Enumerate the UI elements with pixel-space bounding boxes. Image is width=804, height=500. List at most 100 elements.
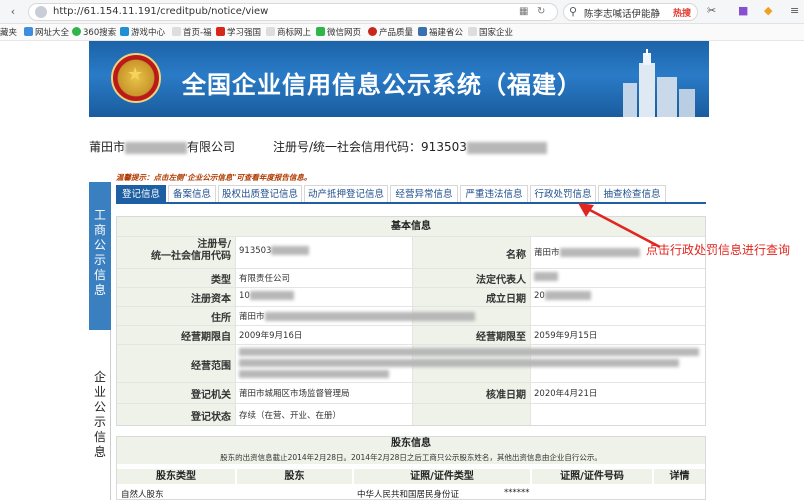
sidebar-item-public-info[interactable]: 工商公示信息 <box>89 182 111 330</box>
bookmark-icon <box>418 27 427 36</box>
redacted-text <box>239 348 699 356</box>
tab-registration[interactable]: 登记信息 <box>116 185 166 202</box>
redacted-text <box>466 141 547 154</box>
bookmark-item[interactable]: 商标网上 <box>266 26 311 38</box>
field-value: 913503 <box>239 246 310 256</box>
bookmark-icon <box>172 27 181 36</box>
field-label: 核准日期 <box>486 390 526 401</box>
column-header: 证照/证件号码 <box>532 469 652 484</box>
bookmark-item[interactable]: 国家企业 <box>468 26 513 38</box>
redacted-text <box>239 359 679 367</box>
site-banner: ★ 全国企业信用信息公示系统（福建） <box>89 41 709 117</box>
field-label: 经营期限至 <box>476 332 526 343</box>
bookmark-icon <box>72 27 81 36</box>
tip-text: 温馨提示：点击左侧"企业公示信息"可查看年度报告信息。 <box>116 173 312 182</box>
refresh-icon[interactable]: ↻ <box>537 6 545 17</box>
building-icon <box>623 49 695 117</box>
search-icon: ⚲ <box>569 5 578 18</box>
bookmark-item[interactable]: 微信网页 <box>316 26 361 38</box>
site-title: 全国企业信用信息公示系统（福建） <box>182 71 582 99</box>
bookmarks-bar: 藏夹 网址大全 360搜索 游戏中心 首页-福 学习强国 商标网上 微信网页 产… <box>0 24 804 41</box>
field-label: 经营范围 <box>191 361 231 372</box>
field-value: 2020年4月21日 <box>534 389 598 399</box>
side-nav: 工商公示信息 企业公示信息 <box>89 182 111 500</box>
tab-chattel-mortgage[interactable]: 动产抵押登记信息 <box>304 185 388 202</box>
scissors-icon[interactable]: ✂ <box>707 4 716 17</box>
column-header: 详情 <box>654 469 705 484</box>
field-label: 法定代表人 <box>476 275 526 286</box>
redacted-text <box>544 291 591 300</box>
bookmark-item[interactable]: 产品质量 <box>368 26 413 38</box>
bookmark-icon <box>368 27 377 36</box>
field-value: 莆田市 <box>239 310 475 322</box>
field-label: 登记机关 <box>191 390 231 401</box>
field-value: 2009年9月16日 <box>239 331 303 341</box>
tab-abnormal-operation[interactable]: 经营异常信息 <box>390 185 458 202</box>
column-header: 股东 <box>237 469 352 484</box>
field-value: 20 <box>534 291 591 301</box>
sidebar-item-enterprise-info[interactable]: 企业公示信息 <box>89 330 111 500</box>
field-label: 名称 <box>506 250 526 261</box>
shield-icon[interactable]: ◆ <box>764 4 772 17</box>
url-text: http://61.154.11.191/creditpub/notice/vi… <box>53 6 269 17</box>
search-box[interactable]: ⚲ 陈李志喊话伊能静 热搜 <box>563 3 698 21</box>
field-value: 2059年9月15日 <box>534 331 598 341</box>
bookmark-icon <box>120 27 129 36</box>
bookmark-icon <box>266 27 275 36</box>
extension-icon[interactable]: ■ <box>738 4 748 17</box>
tab-equity-pledge[interactable]: 股权出质登记信息 <box>218 185 302 202</box>
search-suggestion[interactable]: 陈李志喊话伊能静 <box>584 6 660 20</box>
qr-icon[interactable]: ▦ <box>519 6 528 17</box>
field-label: 注册资本 <box>191 294 231 305</box>
redacted-text <box>264 312 475 321</box>
back-icon[interactable]: ‹ <box>6 5 20 19</box>
field-value: 有限责任公司 <box>239 274 291 284</box>
field-value: 10 <box>239 291 294 301</box>
bookmark-item[interactable]: 360搜索 <box>72 26 116 38</box>
shareholder-panel: 股东信息 股东的出资信息截止2014年2月28日。2014年2月28日之后工商只… <box>116 436 706 500</box>
bookmark-icon <box>468 27 477 36</box>
column-header: 股东类型 <box>117 469 235 484</box>
field-label: 成立日期 <box>486 294 526 305</box>
redacted-text <box>125 141 188 154</box>
tab-filing[interactable]: 备案信息 <box>168 185 216 202</box>
bookmark-icon <box>216 27 225 36</box>
field-value: 存续（在营、开业、在册） <box>239 411 342 421</box>
sidebar-item-label: 工商公示信息 <box>93 208 106 297</box>
bookmark-item[interactable]: 福建省公 <box>418 26 463 38</box>
field-value <box>534 272 558 282</box>
column-header: 证照/证件类型 <box>354 469 530 484</box>
tab-serious-violation[interactable]: 严重违法信息 <box>460 185 528 202</box>
redacted-text <box>271 246 310 255</box>
field-label: 类型 <box>211 275 231 286</box>
field-label: 住所 <box>211 313 231 324</box>
address-bar[interactable]: http://61.154.11.191/creditpub/notice/vi… <box>28 3 558 21</box>
redacted-text <box>534 272 558 281</box>
bookmark-icon <box>316 27 325 36</box>
bookmark-item[interactable]: 藏夹 <box>0 26 17 38</box>
site-info-icon[interactable] <box>35 6 47 18</box>
bookmark-item[interactable]: 网址大全 <box>24 26 69 38</box>
browser-toolbar: ‹ http://61.154.11.191/creditpub/notice/… <box>0 0 804 24</box>
table-cell: 自然人股东 <box>121 490 164 500</box>
redacted-text <box>239 370 389 378</box>
annotation-text: 点击行政处罚信息进行查询 <box>646 243 791 257</box>
bookmark-item[interactable]: 首页-福 <box>172 26 212 38</box>
bookmark-item[interactable]: 学习强国 <box>216 26 261 38</box>
menu-icon[interactable]: ≡ <box>790 4 799 17</box>
field-value: 莆田市城厢区市场监督管理局 <box>239 389 350 399</box>
redacted-text <box>249 291 294 300</box>
sidebar-item-label: 企业公示信息 <box>93 370 106 459</box>
section-note: 股东的出资信息截止2014年2月28日。2014年2月28日之后工商只公示股东姓… <box>117 451 705 464</box>
hot-search-badge[interactable]: 热搜 <box>673 6 691 19</box>
bookmark-item[interactable]: 游戏中心 <box>120 26 165 38</box>
section-title: 股东信息 <box>117 437 705 451</box>
field-value <box>239 348 699 378</box>
national-emblem-icon: ★ <box>111 53 161 103</box>
table-cell: ****** <box>504 488 530 498</box>
table-cell: 中华人民共和国居民身份证 <box>357 490 460 500</box>
field-label: 登记状态 <box>191 412 231 423</box>
registration-number: 注册号/统一社会信用代码：913503 <box>273 138 547 155</box>
field-label: 注册号/ 统一社会信用代码 <box>151 239 231 262</box>
company-name: 莆田市 有限公司 <box>89 140 236 154</box>
